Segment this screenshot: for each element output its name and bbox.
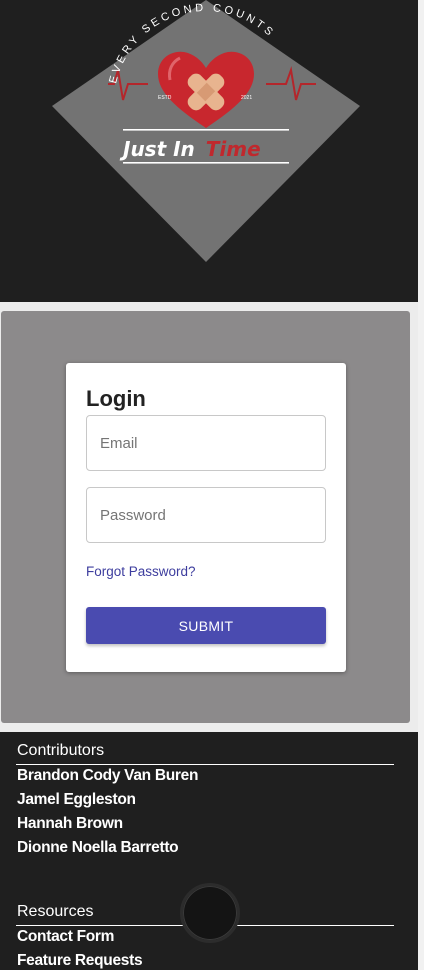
submit-button[interactable]: SUBMIT [86, 607, 326, 644]
contributor-name: Dionne Noella Barretto [17, 839, 179, 856]
resources-heading: Resources [17, 903, 94, 920]
forgot-password-link[interactable]: Forgot Password? [86, 564, 196, 579]
scroll-to-top-button[interactable] [180, 883, 240, 943]
logo-estd-year: 2021 [241, 95, 252, 101]
login-section: Login Forgot Password? SUBMIT [1, 311, 410, 723]
site-footer: Contributors Brandon Cody Van Buren Jame… [0, 732, 418, 970]
contributor-name: Hannah Brown [17, 815, 123, 832]
feature-requests-link[interactable]: Feature Requests [17, 952, 143, 970]
contact-form-link[interactable]: Contact Form [17, 928, 114, 946]
contributor-name: Jamel Eggleston [17, 791, 136, 808]
logo-wordmark-accent: Time [206, 137, 261, 161]
password-field[interactable] [86, 487, 326, 543]
contributors-heading: Contributors [17, 742, 105, 759]
contributor-name: Brandon Cody Van Buren [17, 767, 199, 784]
just-in-time-logo[interactable]: EVERY SECOND COUNTS ESTD 2021 Just In Ti… [48, 0, 364, 264]
svg-text:Just In Time: Just In Time [119, 137, 261, 161]
page-scrollbar[interactable] [418, 0, 424, 970]
contributors-divider [16, 764, 394, 765]
login-title: Login [86, 386, 146, 411]
site-header: EVERY SECOND COUNTS ESTD 2021 Just In Ti… [0, 0, 418, 302]
logo-estd-label: ESTD [158, 95, 172, 101]
login-card: Login Forgot Password? SUBMIT [66, 363, 346, 672]
email-field[interactable] [86, 415, 326, 471]
logo-wordmark-primary: Just In [119, 137, 195, 161]
